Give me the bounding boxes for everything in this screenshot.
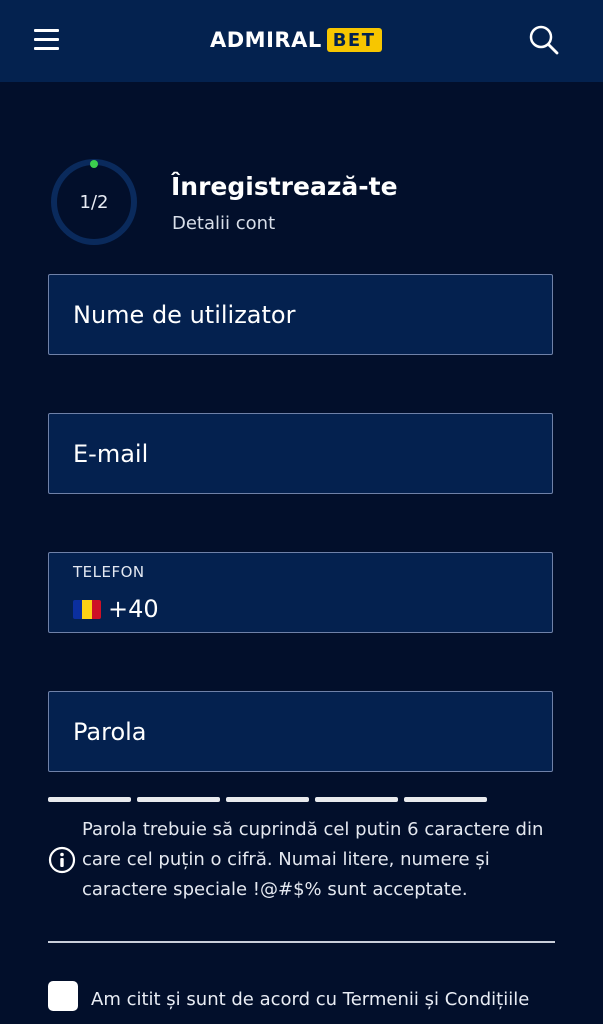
password-field[interactable]: Parola	[48, 691, 553, 772]
terms-text: Am citit și sunt de acord cu Termenii și…	[91, 989, 530, 1010]
username-field[interactable]: Nume de utilizator	[48, 274, 553, 355]
strength-segment	[48, 797, 131, 802]
strength-segment	[404, 797, 487, 802]
phone-field[interactable]: TELEFON +40	[48, 552, 553, 633]
hamburger-menu-icon[interactable]	[34, 28, 60, 50]
strength-segment	[315, 797, 398, 802]
email-field[interactable]: E-mail	[48, 413, 553, 494]
step-progress-ring: 1/2	[50, 158, 138, 246]
email-placeholder: E-mail	[73, 440, 149, 468]
username-placeholder: Nume de utilizator	[73, 301, 296, 329]
logo-text: ADMIRAL	[210, 28, 322, 52]
admiralbet-logo[interactable]: ADMIRAL BET	[210, 25, 382, 55]
phone-country-code: +40	[108, 595, 159, 623]
password-strength-meter	[48, 797, 493, 802]
page-subtitle: Detalii cont	[172, 213, 276, 234]
strength-segment	[137, 797, 220, 802]
strength-segment	[226, 797, 309, 802]
phone-label: TELEFON	[73, 563, 145, 581]
password-hint: Parola trebuie să cuprindă cel putin 6 c…	[82, 819, 544, 900]
divider	[48, 941, 555, 943]
info-icon	[48, 846, 76, 874]
password-placeholder: Parola	[73, 718, 147, 746]
step-counter: 1/2	[79, 191, 109, 213]
terms-checkbox[interactable]	[48, 981, 78, 1011]
top-header: ADMIRAL BET	[0, 0, 603, 82]
logo-badge: BET	[326, 28, 382, 52]
romania-flag-icon	[73, 599, 101, 619]
page-title: Înregistrează-te	[171, 172, 398, 201]
phone-prefix-row[interactable]: +40	[73, 595, 159, 623]
search-icon[interactable]	[528, 24, 560, 56]
